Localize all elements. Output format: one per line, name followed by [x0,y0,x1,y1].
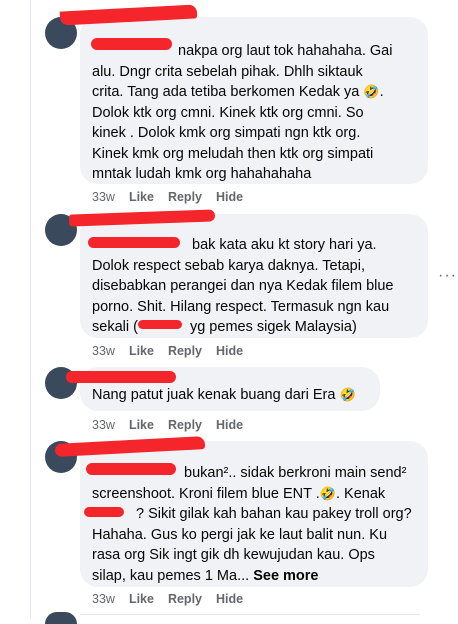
comment-line: Dolok ktk org cmni. Kinek ktk org cmni. … [92,104,364,121]
comment-line: mntak ludah kmk org hahahahaha [92,166,312,182]
rofl-emoji-icon: 🤣 [319,485,336,501]
hide-button[interactable]: Hide [216,418,243,432]
comment-timestamp[interactable]: 33w [92,418,115,432]
comment-timestamp[interactable]: 33w [92,344,115,358]
comment-line: ? Sikit gilak kah bahan kau pakey troll … [136,506,412,522]
comment-line: kinek . Dolok kmk org simpati ngn ktk or… [92,125,361,141]
comment-line: silap, kau pemes 1 Ma... See more [92,567,319,584]
comment-line: screenshoot. Kroni filem blue ENT .🤣. Ke… [92,485,386,502]
next-comment-edge [80,614,420,619]
reply-button[interactable]: Reply [168,190,202,204]
comment-line: disebabkan perangei dan nya Kedak filem … [92,278,394,294]
more-options-button[interactable]: ··· [438,267,457,285]
comment-timestamp[interactable]: 33w [92,190,115,204]
comment-line: Kinek kmk org meludah then ktk org simpa… [92,145,374,162]
like-button[interactable]: Like [129,344,154,358]
like-button[interactable]: Like [129,418,154,432]
see-more-link[interactable]: See more [253,568,318,584]
redaction-mark [138,320,182,329]
comment-line: porno. Shit. Hilang respect. Termasuk ng… [92,298,390,315]
comment-line: Hahaha. Gus ko pergi jak ke laut balit n… [92,526,388,543]
redaction-mark [84,507,124,517]
comment-line: rasa org Sik ingt gik dh kewujudan kau. … [92,547,375,563]
comment-line: Nang patut juak kenak buang dari Era 🤣 [92,387,356,403]
rofl-emoji-icon: 🤣 [363,84,380,99]
hide-button[interactable]: Hide [216,344,243,358]
comment-actions: 33w Like Reply Hide [92,592,243,606]
redaction-mark [66,371,176,383]
comment-actions: 33w Like Reply Hide [92,418,243,432]
comment-bubble: . bak kata aku kt story hari ya. Dolok r… [80,214,428,338]
redaction-mark [88,237,180,248]
redaction-mark [91,38,172,50]
reply-button[interactable]: Reply [168,592,202,606]
comment-line: alu. Dngr crita sebelah pihak. Dhlh sikt… [92,63,363,80]
reply-button[interactable]: Reply [168,418,202,432]
avatar[interactable] [45,612,77,624]
rofl-emoji-icon: 🤣 [339,387,356,402]
redaction-mark [86,463,176,475]
like-button[interactable]: Like [129,592,154,606]
hide-button[interactable]: Hide [216,190,243,204]
comment-actions: 33w Like Reply Hide [92,344,243,358]
comment-line: crita. Tang ada tetiba berkomen Kedak ya… [92,84,384,100]
hide-button[interactable]: Hide [216,592,243,606]
reply-button[interactable]: Reply [168,344,202,358]
comment-line: Dolok respect sebab karya daknya. Tetapi… [92,257,365,274]
thread-line [30,0,31,618]
comment-actions: 33w Like Reply Hide [92,190,243,204]
like-button[interactable]: Like [129,190,154,204]
comment-timestamp[interactable]: 33w [92,592,115,606]
